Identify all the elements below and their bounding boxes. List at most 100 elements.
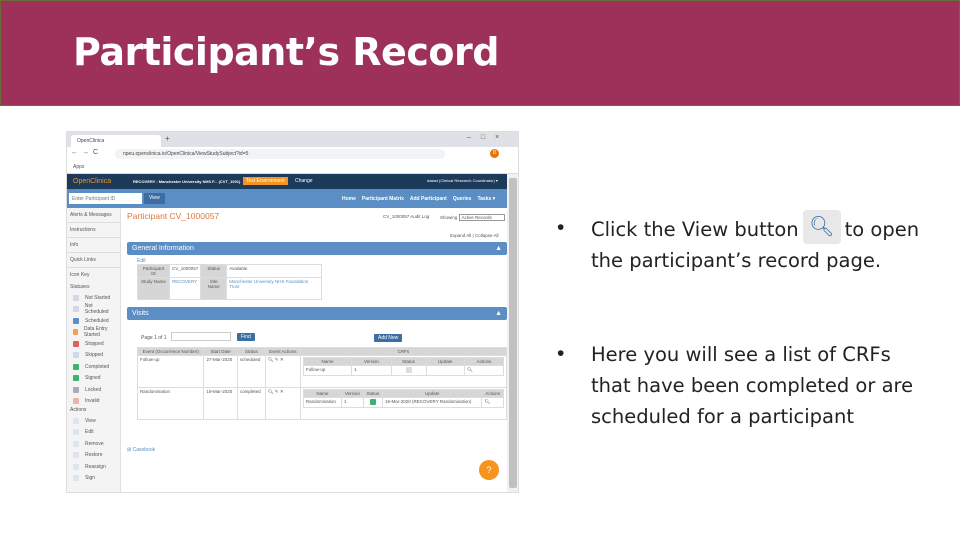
sidebar: Alerts & Messages Instructions Info Quic… [67,208,121,492]
status-key-item: Skipped [67,349,120,361]
find-button[interactable]: Find [237,333,255,341]
view-event-icon[interactable]: 🔍︎ [268,389,274,394]
sidebar-item-quick-links[interactable]: Quick Links [67,253,120,268]
oc-navbar: View Home Participant Matrix Add Partici… [67,189,507,208]
edit-icon[interactable]: ✎ [275,389,279,394]
bullet: • [557,216,565,239]
crf-status-icon [405,367,412,373]
profile-avatar[interactable]: D [490,149,499,158]
showing-select[interactable]: Active Records [458,214,505,221]
change-link[interactable]: Change [295,178,313,184]
visits-search-input[interactable] [171,332,231,341]
oc-topbar: OpenClinica RECOVERY : Manchester Univer… [67,174,507,189]
window-controls-icon[interactable]: –□× [467,134,509,141]
status-icon [73,306,79,313]
help-button[interactable]: ? [479,460,499,480]
new-tab-icon[interactable]: + [165,134,170,143]
actions-label: Actions [70,407,87,413]
apps-link[interactable]: Apps [73,164,84,170]
action-key-item: Edit [67,426,120,438]
status-key-item: Completed [67,360,120,372]
crf-table: Name Version Status Update Actions Randomisa… [302,389,504,408]
bullet: • [557,342,565,365]
status-icon [73,363,79,370]
edit-icon[interactable]: ✎ [275,357,279,362]
expand-all-link[interactable]: Expand All [450,233,471,238]
sidebar-item-instructions[interactable]: Instructions [67,223,120,238]
page-indicator: Page 1 of 1 [141,335,167,341]
action-key-item: Sign [67,472,120,484]
table-row: Randomisation 19-Mar-2020 completed 🔍︎ ✎ ✕… [136,387,508,420]
url-field[interactable]: npeu.openclinica.io/OpenClinica/ViewStud… [115,149,445,159]
tab-bar: OpenClinica + –□× [67,132,518,147]
visits-header[interactable]: Visits ▲ [127,307,507,320]
visits-table: Event (Occurrence Number) Start Date Statu… [136,347,508,420]
browser-tab[interactable]: OpenClinica [71,135,161,147]
action-key-item: Restore [67,449,120,461]
participant-id-input[interactable] [69,193,142,204]
search-icon: 🔍︎ [802,209,841,244]
nav-participant-matrix[interactable]: Participant Matrix [362,196,404,202]
collapse-all-link[interactable]: Collapse All [475,233,499,238]
action-icon [73,463,79,470]
status-key-item: Locked [67,383,120,395]
status-icon [73,294,79,301]
action-key-item: Reassign [67,460,120,472]
status-key-item: Signed [67,372,120,384]
audit-log-link[interactable]: CV_1000057 Audit Log [383,214,429,219]
crf-table: Name Version Status Update Actions Follow-up… [302,357,504,376]
bullet-1: Click the View button 🔍︎ to open the parti… [591,209,931,276]
table-row: Follow-up 27-Mar-2020 scheduled 🔍︎ ✎ ✕ Nam… [136,355,508,388]
sidebar-item-alerts[interactable]: Alerts & Messages [67,208,120,223]
env-badge: Test Environment [243,177,288,185]
showing-label: Showing [440,215,458,220]
view-button[interactable]: View [144,193,165,204]
study-name: RECOVERY : Manchester University NHS F..… [133,179,241,184]
statuses-label: Statuses [70,284,90,290]
action-icon [73,429,79,436]
add-new-button[interactable]: Add New [374,334,403,342]
general-info-table: Participant ID CV_1000057 Status Available … [137,264,322,300]
nav-tasks[interactable]: Tasks ▾ [477,196,495,202]
action-icon [73,417,79,424]
status-icon [73,317,79,324]
action-key-item: View [67,414,120,426]
status-key-item: Scheduled [67,314,120,326]
user-menu[interactable]: datast (Clinical Research Coordinator) ▾ [427,178,498,183]
action-icon [73,475,79,482]
oc-logo[interactable]: OpenClinica [73,178,111,185]
action-icon [73,452,79,459]
view-crf-icon[interactable]: 🔍︎ [467,367,473,372]
sidebar-item-info[interactable]: Info [67,238,120,253]
remove-icon[interactable]: ✕ [280,389,284,394]
nav-arrows-icon[interactable]: ←→C [71,149,102,156]
bullet-2: Here you will see a list of CRFs that ha… [591,343,914,428]
status-key-item: Not Started [67,291,120,303]
action-icon [73,440,79,447]
view-event-icon[interactable]: 🔍︎ [268,357,274,362]
nav-queries[interactable]: Queries [453,196,472,202]
status-key-item: Data Entry Started [67,326,120,338]
nav-add-participant[interactable]: Add Participant [410,196,447,202]
status-icon [73,375,79,382]
casebook-link[interactable]: ⊞ Casebook [127,447,155,453]
action-key-item: Remove [67,437,120,449]
status-icon [73,386,79,393]
page-title: Participant CV_1000057 [127,211,220,221]
crf-status-icon [369,399,376,405]
status-key-item: Invalid [67,395,120,407]
remove-icon[interactable]: ✕ [280,357,284,362]
general-info-header[interactable]: General Information ▲ [127,242,507,255]
status-icon [73,352,79,359]
address-bar: ←→C npeu.openclinica.io/OpenClinica/View… [67,147,518,161]
nav-home[interactable]: Home [342,196,356,202]
scrollbar-thumb[interactable] [509,178,517,488]
status-key-item: Not Scheduled [67,303,120,315]
sidebar-item-icon-key[interactable]: Icon Key [67,268,120,283]
view-crf-icon[interactable]: 🔍︎ [484,399,490,404]
bookmarks-bar: Apps [67,161,518,174]
status-key-item: Stopped [67,337,120,349]
status-icon [73,398,79,405]
screenshot: OpenClinica + –□× ←→C npeu.openclinica.i… [66,131,519,493]
status-icon [73,329,78,336]
